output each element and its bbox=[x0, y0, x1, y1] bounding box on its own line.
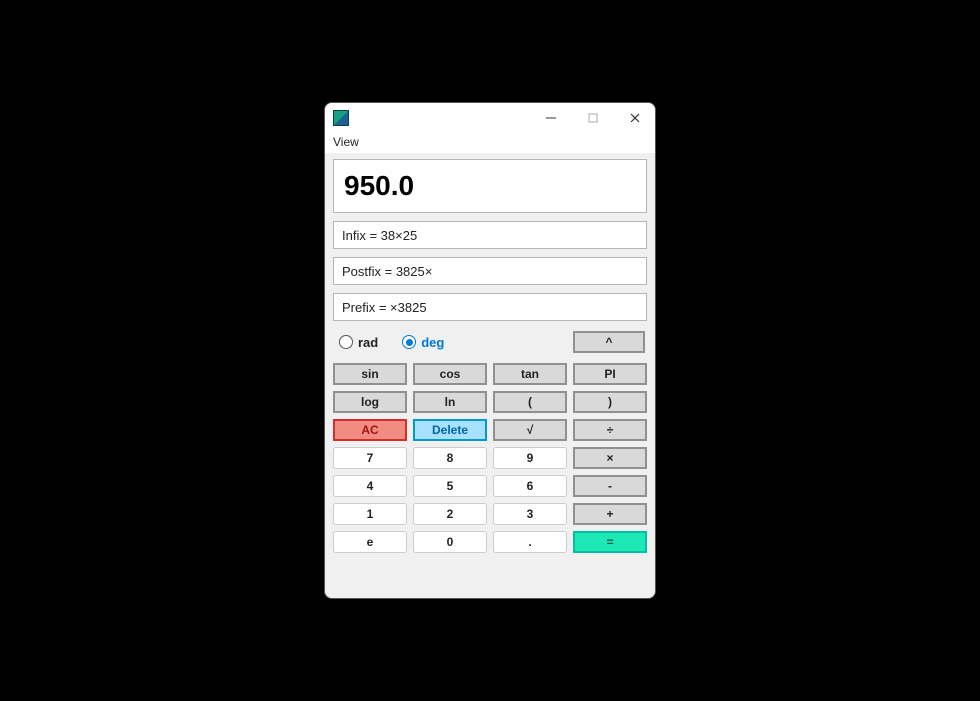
radio-rad-label: rad bbox=[358, 335, 378, 350]
three-button[interactable]: 3 bbox=[493, 503, 567, 525]
minimize-button[interactable] bbox=[539, 106, 563, 130]
ln-button[interactable]: ln bbox=[413, 391, 487, 413]
content: 950.0 Infix = 38×25 Postfix = 3825× Pref… bbox=[325, 153, 655, 598]
five-button[interactable]: 5 bbox=[413, 475, 487, 497]
mode-row: rad deg ^ bbox=[333, 329, 647, 355]
ac-button[interactable]: AC bbox=[333, 419, 407, 441]
sqrt-button[interactable]: √ bbox=[493, 419, 567, 441]
multiply-button[interactable]: × bbox=[573, 447, 647, 469]
rparen-button[interactable]: ) bbox=[573, 391, 647, 413]
sin-button[interactable]: sin bbox=[333, 363, 407, 385]
dot-button[interactable]: . bbox=[493, 531, 567, 553]
menubar: View bbox=[325, 133, 655, 153]
minus-button[interactable]: - bbox=[573, 475, 647, 497]
radio-rad-circle bbox=[339, 335, 353, 349]
cos-button[interactable]: cos bbox=[413, 363, 487, 385]
radio-deg-label: deg bbox=[421, 335, 444, 350]
zero-button[interactable]: 0 bbox=[413, 531, 487, 553]
tan-button[interactable]: tan bbox=[493, 363, 567, 385]
pi-button[interactable]: PI bbox=[573, 363, 647, 385]
eight-button[interactable]: 8 bbox=[413, 447, 487, 469]
equals-button[interactable]: = bbox=[573, 531, 647, 553]
result-display: 950.0 bbox=[333, 159, 647, 213]
e-button[interactable]: e bbox=[333, 531, 407, 553]
nine-button[interactable]: 9 bbox=[493, 447, 567, 469]
calculator-window: View 950.0 Infix = 38×25 Postfix = 3825×… bbox=[324, 102, 656, 599]
radio-deg[interactable]: deg bbox=[402, 335, 444, 350]
menu-view[interactable]: View bbox=[333, 135, 359, 149]
titlebar bbox=[325, 103, 655, 133]
two-button[interactable]: 2 bbox=[413, 503, 487, 525]
delete-button[interactable]: Delete bbox=[413, 419, 487, 441]
radio-deg-circle bbox=[402, 335, 416, 349]
app-icon bbox=[333, 110, 349, 126]
divide-button[interactable]: ÷ bbox=[573, 419, 647, 441]
six-button[interactable]: 6 bbox=[493, 475, 567, 497]
function-grid: sin cos tan PI log ln ( ) AC Delete √ ÷ … bbox=[333, 363, 647, 553]
plus-button[interactable]: + bbox=[573, 503, 647, 525]
radio-rad[interactable]: rad bbox=[339, 335, 378, 350]
lparen-button[interactable]: ( bbox=[493, 391, 567, 413]
log-button[interactable]: log bbox=[333, 391, 407, 413]
four-button[interactable]: 4 bbox=[333, 475, 407, 497]
close-button[interactable] bbox=[623, 106, 647, 130]
one-button[interactable]: 1 bbox=[333, 503, 407, 525]
caret-button[interactable]: ^ bbox=[573, 331, 645, 353]
infix-display: Infix = 38×25 bbox=[333, 221, 647, 249]
seven-button[interactable]: 7 bbox=[333, 447, 407, 469]
postfix-display: Postfix = 3825× bbox=[333, 257, 647, 285]
maximize-button[interactable] bbox=[581, 106, 605, 130]
prefix-display: Prefix = ×3825 bbox=[333, 293, 647, 321]
window-controls bbox=[539, 106, 651, 130]
